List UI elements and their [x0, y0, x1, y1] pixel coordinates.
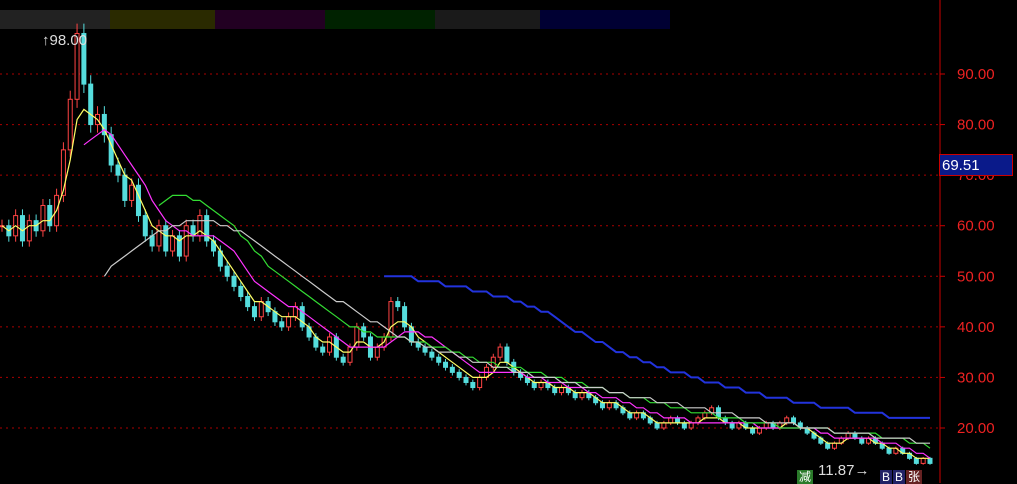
candle-body: [913, 457, 919, 464]
candle-body: [572, 392, 578, 399]
candle-body: [327, 336, 333, 353]
candle-body: [702, 412, 708, 419]
candle-body: [661, 422, 667, 429]
candle-body: [429, 351, 435, 358]
candle-body: [156, 225, 162, 247]
candle-body: [559, 387, 565, 394]
candle-body: [26, 220, 32, 242]
tag-a[interactable]: 减: [797, 470, 814, 484]
candle-body: [67, 98, 73, 151]
candle-body: [88, 83, 94, 126]
current-price-label: 69.51: [939, 154, 1013, 176]
candle-body: [927, 457, 933, 464]
stock-chart[interactable]: 20.0030.0040.0050.0060.0070.0080.0090.00: [0, 0, 1017, 483]
candle-body: [654, 422, 660, 429]
candle-body: [122, 174, 128, 201]
candle-body: [115, 164, 121, 176]
candle-body: [675, 417, 681, 424]
candle-body: [681, 422, 687, 429]
y-tick-label: 40.00: [957, 319, 995, 336]
candle-body: [197, 215, 203, 237]
candle-body: [599, 402, 605, 409]
candle-body: [129, 184, 135, 201]
candle-body: [299, 306, 305, 328]
candle-body: [436, 356, 442, 363]
candle-body: [47, 204, 53, 227]
candle-body: [108, 134, 114, 166]
candle-body: [374, 346, 380, 358]
candle-body: [402, 306, 408, 328]
candle-body: [756, 427, 762, 434]
candle-body: [886, 447, 892, 454]
candle-body: [634, 412, 640, 419]
candle-body: [231, 275, 237, 287]
candle-body: [627, 412, 633, 419]
candle-body: [170, 235, 176, 252]
candle-body: [579, 392, 585, 399]
tag-d[interactable]: 张: [906, 470, 923, 484]
candle-body: [443, 361, 449, 368]
candle-body: [135, 184, 141, 217]
candle-body: [859, 437, 865, 444]
candle-body: [784, 417, 790, 424]
candle-body: [245, 296, 251, 308]
y-tick-label: 80.00: [957, 117, 995, 134]
candle-body: [279, 321, 285, 328]
y-tick-label: 50.00: [957, 268, 995, 285]
candle-body: [142, 215, 148, 237]
candle-body: [395, 301, 401, 308]
tag-b[interactable]: B: [880, 470, 893, 484]
candle-body: [340, 356, 346, 363]
y-tick-label: 60.00: [957, 218, 995, 235]
candle-body: [552, 387, 558, 394]
candle-body: [791, 417, 797, 424]
tag-c[interactable]: B: [893, 470, 906, 484]
candle-body: [531, 381, 537, 389]
y-tick-label: 20.00: [957, 420, 995, 437]
candle-body: [477, 376, 483, 389]
candle-body: [831, 442, 837, 449]
candle-body: [224, 265, 230, 277]
candle-body: [825, 442, 831, 449]
candle-body: [763, 422, 769, 429]
low-price-value: 11.87: [818, 462, 855, 479]
y-tick-label: 30.00: [957, 369, 995, 386]
candle-body: [449, 366, 455, 373]
candle-body: [40, 204, 46, 232]
candle-body: [852, 432, 858, 439]
candle-body: [176, 235, 182, 257]
series-line-5: [384, 275, 930, 419]
candle-body: [456, 371, 462, 378]
candle-body: [538, 381, 544, 389]
low-price-label: 11.87→: [818, 462, 870, 479]
candle-body: [238, 285, 244, 298]
candle-body: [750, 427, 756, 434]
series-line-2: [83, 128, 931, 459]
candle-body: [251, 306, 257, 318]
candle-body: [286, 316, 292, 328]
series-line-1: [1, 108, 930, 459]
high-price-label: ↑98.00: [42, 32, 88, 49]
candle-body: [845, 432, 851, 439]
y-tick-label: 90.00: [957, 66, 995, 83]
candle-body: [470, 381, 476, 389]
high-price-value: 98.00: [49, 32, 88, 49]
candle-body: [688, 422, 694, 429]
candle-body: [920, 457, 926, 464]
candle-body: [19, 215, 25, 242]
candle-body: [422, 346, 428, 353]
candle-body: [668, 417, 674, 424]
candle-body: [463, 376, 469, 383]
candle-body: [258, 301, 264, 318]
candle-body: [320, 346, 326, 353]
candle-body: [729, 422, 735, 429]
candle-body: [606, 402, 612, 409]
series-line-4: [103, 220, 930, 444]
candle-body: [497, 346, 503, 358]
candle-body: [504, 346, 510, 363]
